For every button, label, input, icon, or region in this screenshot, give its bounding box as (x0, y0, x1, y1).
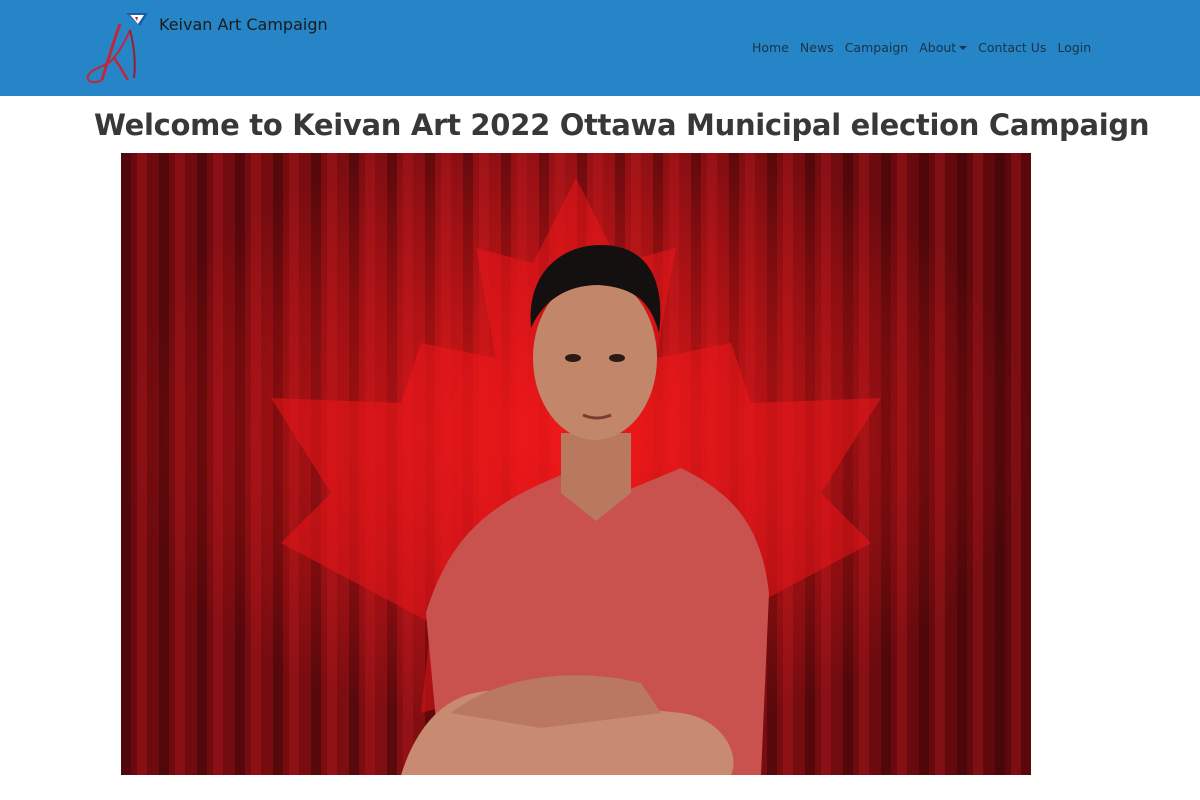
nav-about-label: About (919, 40, 957, 55)
nav-contact-link[interactable]: Contact Us (978, 40, 1046, 55)
hero-image (121, 153, 1031, 775)
page-title: Welcome to Keivan Art 2022 Ottawa Munici… (94, 108, 1150, 142)
brand-link[interactable]: Keivan Art Campaign (84, 10, 328, 86)
nav-campaign-link[interactable]: Campaign (845, 40, 909, 55)
brand-logo-icon (86, 13, 148, 84)
brand-text: Keivan Art Campaign (159, 15, 328, 34)
nav-login-link[interactable]: Login (1057, 40, 1091, 55)
top-navbar: Keivan Art Campaign Home News Campaign A… (0, 0, 1200, 96)
nav-links: Home News Campaign About Contact Us Logi… (752, 40, 1091, 55)
nav-about-dropdown[interactable]: About (919, 40, 968, 55)
caret-down-icon (959, 45, 968, 50)
candidate-portrait-image (121, 153, 1031, 775)
nav-home-link[interactable]: Home (752, 40, 789, 55)
nav-news-link[interactable]: News (800, 40, 834, 55)
